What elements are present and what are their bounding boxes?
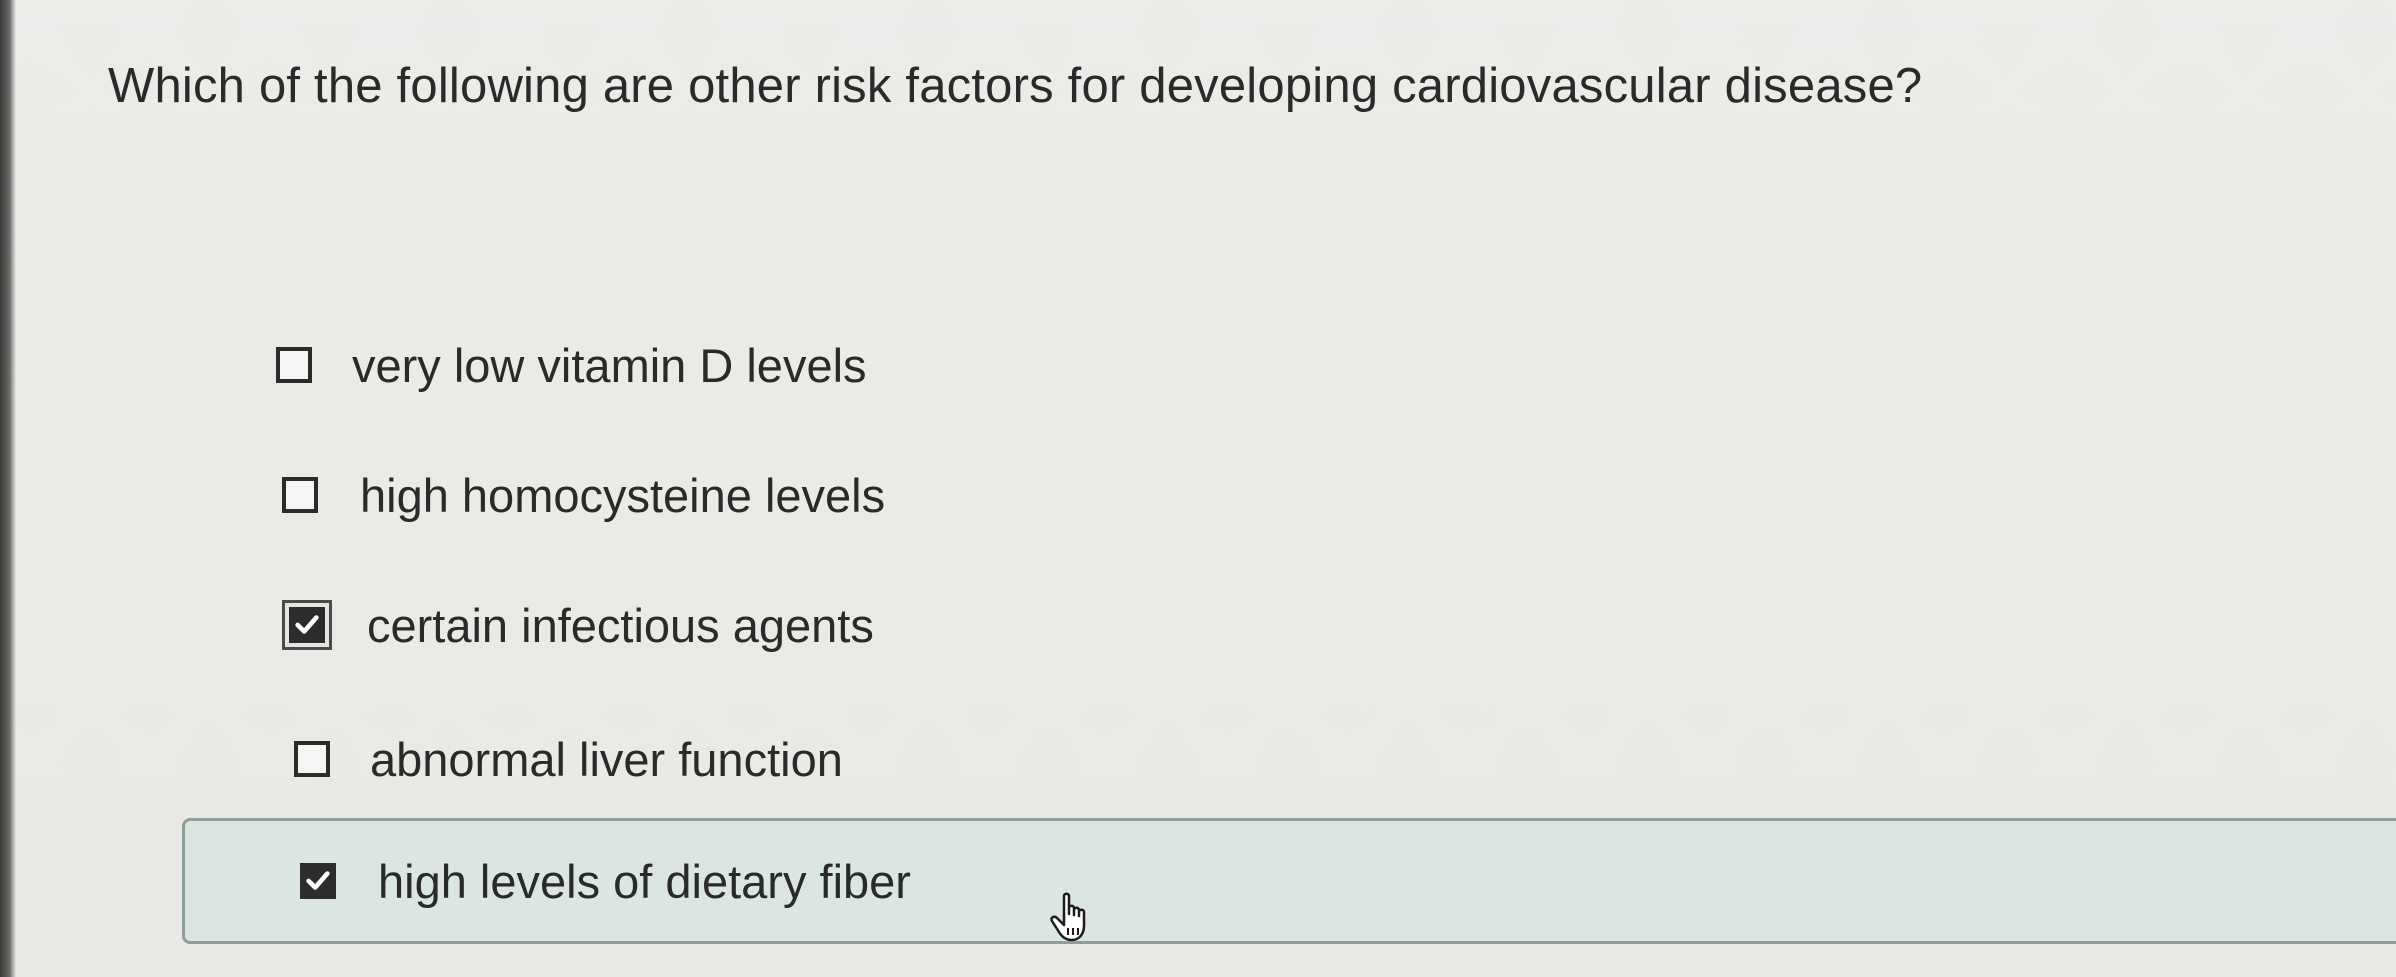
checkbox-unchecked[interactable] — [282, 477, 318, 513]
option-homocysteine[interactable]: high homocysteine levels — [282, 460, 885, 530]
option-label: high levels of dietary fiber — [378, 854, 911, 908]
option-liver-function[interactable]: abnormal liver function — [294, 724, 843, 794]
left-frame-edge — [0, 0, 16, 977]
hand-pointer-icon — [1050, 892, 1086, 942]
checkbox-checked[interactable] — [300, 863, 336, 899]
question-text: Which of the following are other risk fa… — [108, 59, 1923, 113]
checkbox-unchecked[interactable] — [276, 347, 312, 383]
option-dietary-fiber[interactable]: high levels of dietary fiber — [300, 846, 911, 916]
option-label: certain infectious agents — [367, 598, 874, 652]
option-label: abnormal liver function — [370, 732, 843, 786]
checkbox-checked[interactable] — [289, 607, 325, 643]
checkbox-unchecked[interactable] — [294, 741, 330, 777]
checkmark-icon — [306, 871, 330, 890]
option-vitamin-d[interactable]: very low vitamin D levels — [276, 330, 867, 400]
option-label: very low vitamin D levels — [352, 338, 867, 392]
option-infectious-agents[interactable]: certain infectious agents — [289, 590, 874, 660]
option-label: high homocysteine levels — [360, 468, 886, 522]
checkmark-icon — [295, 615, 319, 634]
